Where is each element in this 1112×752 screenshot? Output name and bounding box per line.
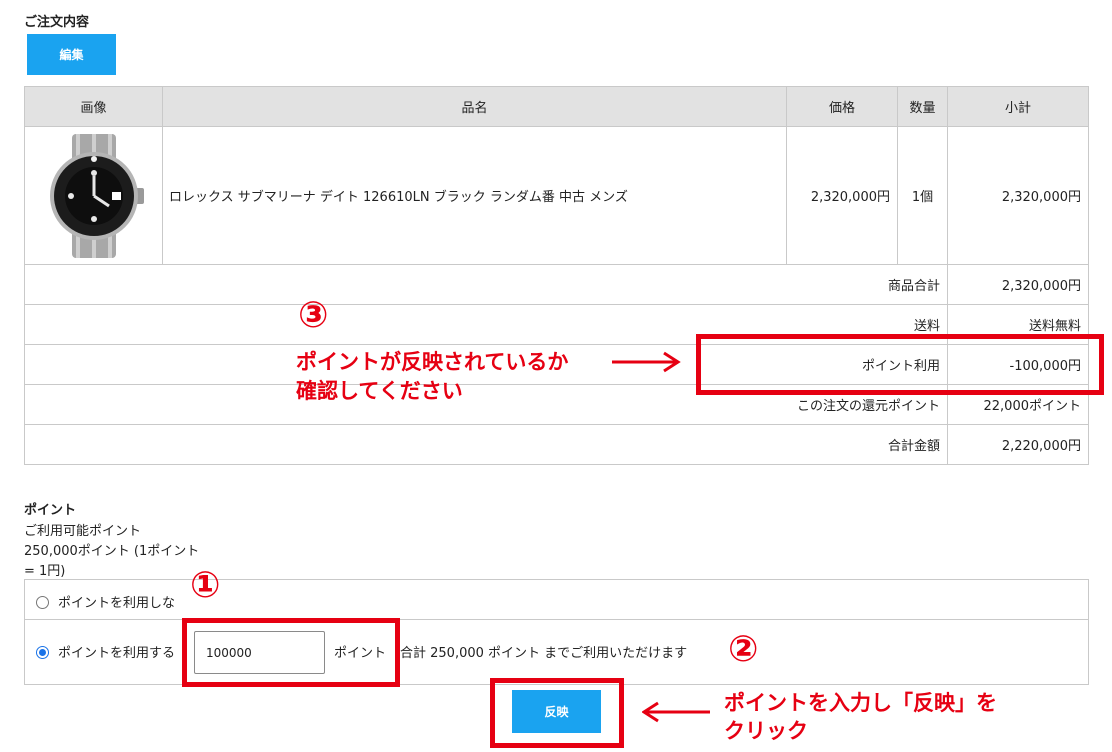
available-points-label: ご利用可能ポイント (24, 524, 142, 539)
step2-message-line2: クリック (724, 719, 808, 743)
product-subtotal: 2,320,000円 (947, 126, 1089, 265)
step1-marker: ① (190, 565, 221, 606)
points-section-title: ポイント (24, 503, 77, 518)
order-section-title: ご注文内容 (24, 15, 90, 30)
point-limit-note: 合計 250,000 ポイント までご利用いただけます (400, 646, 688, 661)
summary-value: 2,220,000円 (947, 424, 1089, 465)
product-qty: 1個 (897, 126, 948, 265)
step3-message-line2: 確認してください (296, 379, 463, 403)
option-use-points-label: ポイントを利用する (58, 646, 176, 661)
header-price: 価格 (786, 86, 898, 127)
summary-row-goods-total: 商品合計 2,320,000円 (24, 264, 1089, 305)
highlight-box-reflect-button (490, 678, 624, 748)
summary-value: 2,320,000円 (947, 264, 1089, 305)
highlight-box-point-input (182, 618, 400, 687)
table-row: ロレックス サブマリーナ デイト 126610LN ブラック ランダム番 中古 … (24, 126, 1089, 265)
arrow-right-icon (612, 351, 681, 373)
summary-label: 商品合計 (24, 264, 948, 305)
step3-marker: ③ (298, 295, 329, 336)
product-image-cell (24, 126, 163, 265)
radio-use-points[interactable] (36, 646, 49, 659)
watch-product-image[interactable] (42, 130, 146, 262)
step2-marker: ② (728, 629, 759, 670)
header-image: 画像 (24, 86, 163, 127)
step3-message-line1: ポイントが反映されているか (296, 350, 569, 374)
summary-row-grand-total: 合計金額 2,220,000円 (24, 424, 1089, 465)
header-qty: 数量 (897, 86, 948, 127)
product-name: ロレックス サブマリーナ デイト 126610LN ブラック ランダム番 中古 … (162, 126, 787, 265)
summary-label: 合計金額 (24, 424, 948, 465)
order-table: 画像 品名 価格 数量 小計 ロレックス サブマリーナ デイト 126610LN… (24, 86, 1089, 465)
option-no-points-label: ポイントを利用しな (58, 596, 176, 611)
product-price: 2,320,000円 (786, 126, 898, 265)
header-name: 品名 (162, 86, 787, 127)
radio-no-points[interactable] (36, 596, 49, 609)
table-header-row: 画像 品名 価格 数量 小計 (24, 86, 1089, 127)
step2-message-line1: ポイントを入力し「反映」を (724, 691, 997, 715)
header-subtotal: 小計 (947, 86, 1089, 127)
edit-button[interactable]: 編集 (27, 34, 116, 75)
highlight-box-points-used (696, 334, 1104, 395)
arrow-left-icon (642, 701, 710, 723)
available-points-value: 250,000ポイント (1ポイント = 1円) (24, 544, 200, 579)
